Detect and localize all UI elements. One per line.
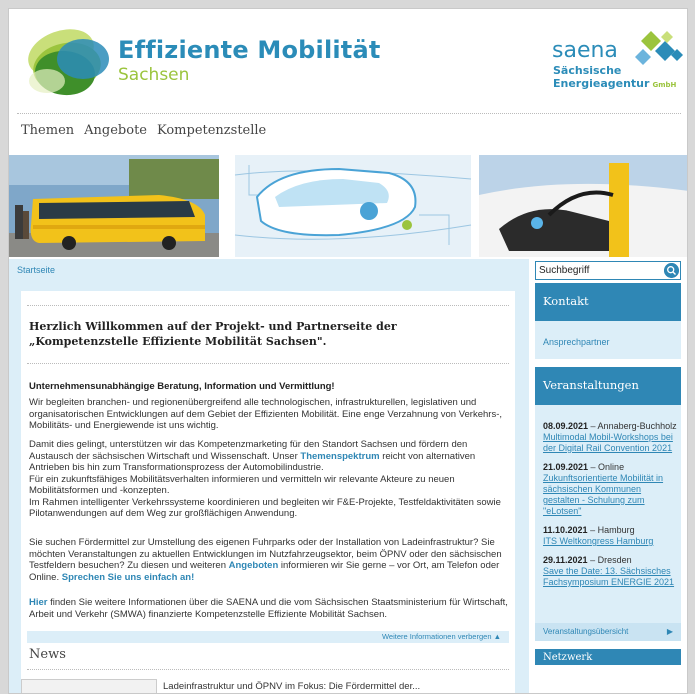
- main-content-panel: Herzlich Willkommen auf der Projekt- und…: [21, 291, 515, 693]
- header-divider: [17, 113, 681, 114]
- saena-org-suffix: GmbH: [652, 81, 677, 89]
- hero-charging-image: [479, 155, 687, 257]
- themenspektrum-link[interactable]: Themenspektrum: [300, 451, 379, 462]
- more-info-bar: Weitere Informationen verbergen ▲: [27, 631, 509, 643]
- breadcrumb-bar: Startseite: [9, 259, 529, 283]
- main-navigation: Themen Angebote Kompetenzstelle: [21, 123, 266, 138]
- event-place: – Hamburg: [587, 525, 635, 535]
- intro-paragraph-2: Damit dies gelingt, unterstützen wir das…: [29, 439, 509, 520]
- search-box: [535, 261, 681, 280]
- content-divider: [27, 305, 509, 306]
- effiziente-mobilitaet-logo[interactable]: [17, 23, 113, 103]
- netzwerk-box-title: Netzwerk: [535, 649, 681, 665]
- news-heading: News: [29, 647, 66, 662]
- chevron-right-icon: ▶: [666, 627, 673, 636]
- events-overview-link[interactable]: Veranstaltungsübersicht ▶: [535, 623, 681, 641]
- event-place: – Online: [588, 462, 625, 472]
- saena-org-name: Energieagentur: [553, 77, 650, 90]
- event-place: – Dresden: [587, 555, 632, 565]
- event-date: 08.09.2021: [543, 421, 589, 431]
- event-link[interactable]: ITS Weltkongress Hamburg: [543, 536, 677, 547]
- intro-paragraph-4: Hier finden Sie weitere Informationen üb…: [29, 597, 509, 620]
- news-teaser[interactable]: Ladeinfrastruktur und ÖPNV im Fokus: Die…: [163, 681, 513, 692]
- nav-item-kompetenzstelle[interactable]: Kompetenzstelle: [157, 123, 266, 138]
- page-frame: Effiziente Mobilität Sachsen saena Sächs…: [8, 8, 688, 694]
- site-subtitle: Sachsen: [118, 65, 190, 85]
- p2-text-c: Für ein zukunftsfähiges Mobilitätsverhal…: [29, 473, 455, 497]
- site-header: Effiziente Mobilität Sachsen saena Sächs…: [9, 9, 687, 113]
- nav-item-themen[interactable]: Themen: [21, 123, 74, 138]
- event-item: 08.09.2021 – Annaberg-Buchholz Multimoda…: [543, 421, 677, 454]
- event-item: 11.10.2021 – Hamburg ITS Weltkongress Ha…: [543, 525, 677, 547]
- events-box-body: 08.09.2021 – Annaberg-Buchholz Multimoda…: [535, 405, 681, 641]
- hero-bus-image: [9, 155, 219, 257]
- nav-item-angebote[interactable]: Angebote: [84, 123, 147, 138]
- intro-paragraph-1: Wir begleiten branchen- und regionenüber…: [29, 397, 502, 431]
- intro-paragraph-3: Sie suchen Fördermittel zur Umstellung d…: [29, 537, 509, 583]
- kontakt-box-body: Ansprechpartner: [535, 321, 681, 359]
- site-title: Effiziente Mobilität: [118, 36, 381, 64]
- event-link[interactable]: Multimodal Mobil-Workshops bei der Digit…: [543, 432, 677, 454]
- content-divider: [27, 363, 509, 364]
- p2-text-d: Im Rahmen intelligenter Verkehrssysteme …: [29, 496, 501, 520]
- event-link[interactable]: Zukunftsorientierte Mobilität in sächsis…: [543, 473, 677, 517]
- p4-text: finden Sie weitere Informationen über di…: [29, 597, 508, 620]
- welcome-heading: Herzlich Willkommen auf der Projekt- und…: [29, 320, 397, 348]
- event-date: 21.09.2021: [543, 462, 589, 472]
- angebote-link[interactable]: Angeboten: [229, 560, 279, 571]
- kontakt-box-title: Kontakt: [535, 283, 681, 321]
- ansprechpartner-link[interactable]: Ansprechpartner: [543, 337, 610, 347]
- content-divider: [27, 669, 509, 670]
- saena-org-line2: Energieagentur GmbH: [553, 77, 676, 90]
- event-place: – Annaberg-Buchholz: [588, 421, 677, 431]
- events-box-title: Veranstaltungen: [535, 367, 681, 405]
- event-item: 21.09.2021 – Online Zukunftsorientierte …: [543, 462, 677, 517]
- hide-more-info-link[interactable]: Weitere Informationen verbergen ▲: [382, 632, 501, 641]
- intro-heading: Unternehmensunabhängige Beratung, Inform…: [29, 381, 335, 392]
- search-submit-icon[interactable]: [664, 263, 679, 278]
- event-item: 29.11.2021 – Dresden Save the Date: 13. …: [543, 555, 677, 588]
- contact-us-link[interactable]: Sprechen Sie uns einfach an!: [62, 572, 195, 583]
- hier-link[interactable]: Hier: [29, 597, 47, 608]
- event-date: 29.11.2021: [543, 555, 588, 565]
- sidebar: Kontakt Ansprechpartner Veranstaltungen …: [535, 283, 687, 665]
- breadcrumb-home[interactable]: Startseite: [17, 265, 55, 275]
- saena-logo-icon[interactable]: [621, 27, 683, 73]
- event-date: 11.10.2021: [543, 525, 588, 535]
- hero-image-strip: [9, 155, 687, 257]
- saena-org-line1: Sächsische: [553, 64, 622, 77]
- main-content-area: Herzlich Willkommen auf der Projekt- und…: [9, 283, 529, 693]
- events-overview-label: Veranstaltungsübersicht: [543, 627, 629, 636]
- news-thumbnail[interactable]: [21, 679, 157, 693]
- hero-circuit-car-image: [234, 155, 472, 257]
- saena-logo-text[interactable]: saena: [552, 38, 618, 63]
- search-input[interactable]: [536, 262, 664, 279]
- event-link[interactable]: Save the Date: 13. Sächsisches Fachsympo…: [543, 566, 677, 588]
